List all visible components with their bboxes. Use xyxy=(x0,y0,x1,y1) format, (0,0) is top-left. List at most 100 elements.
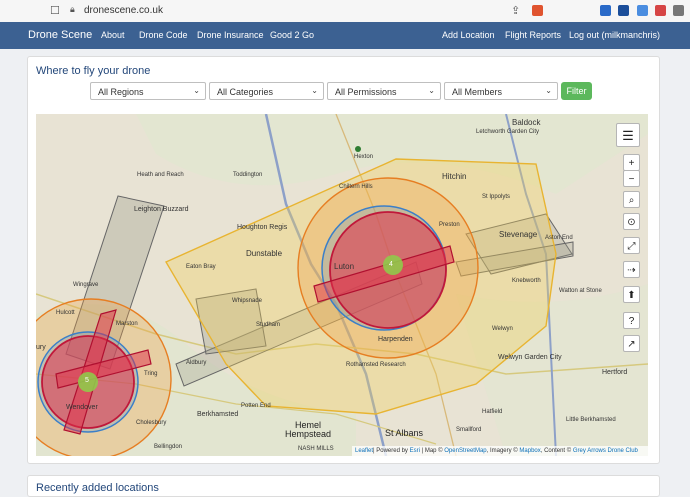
site-navbar: Drone Scene About Drone Code Drone Insur… xyxy=(0,22,690,49)
search-icon[interactable]: ⌕ xyxy=(623,191,640,208)
extension-icon[interactable] xyxy=(618,5,629,16)
place-label: Eaton Bray xyxy=(186,264,216,270)
leaflet-link[interactable]: Leaflet xyxy=(355,448,373,454)
place-label: St Albans xyxy=(385,428,424,438)
chevron-down-icon: ⌄ xyxy=(545,86,552,95)
brave-shield-icon[interactable] xyxy=(532,5,543,16)
place-label: Toddington xyxy=(233,172,263,178)
place-label: Little Berkhamsted xyxy=(566,417,616,423)
map-overlay xyxy=(36,114,648,456)
place-label: Hatfield xyxy=(482,409,503,415)
place-label: Preston xyxy=(439,222,460,228)
nav-drone-code[interactable]: Drone Code xyxy=(139,30,188,40)
browser-toolbar: ☐ 🔒︎ dronescene.co.uk ⇪ xyxy=(0,0,690,23)
nav-good2go[interactable]: Good 2 Go xyxy=(270,30,314,40)
share-map-icon[interactable]: ↗ xyxy=(623,335,640,352)
place-label: Letchworth Garden City xyxy=(476,129,540,135)
place-label: Baldock xyxy=(512,118,541,127)
members-select[interactable]: All Members ⌄ xyxy=(444,82,558,100)
help-icon[interactable]: ? xyxy=(623,312,640,329)
extension-icon[interactable] xyxy=(637,5,648,16)
chevron-down-icon: ⌄ xyxy=(311,86,318,95)
nav-logout[interactable]: Log out (milkmanchris) xyxy=(569,30,660,40)
attribution-text: | Powered by xyxy=(373,448,410,454)
osm-link[interactable]: OpenStreetMap xyxy=(444,448,486,454)
map-view[interactable]: Baldock Letchworth Garden City Hexton He… xyxy=(36,114,648,456)
place-label: Luton xyxy=(334,262,355,271)
place-label: Cholesbury xyxy=(136,420,167,426)
mapbox-link[interactable]: Mapbox xyxy=(519,448,540,454)
place-label: Bellingdon xyxy=(154,444,183,450)
layers-icon[interactable]: ☰ xyxy=(616,123,640,147)
nav-drone-insurance[interactable]: Drone Insurance xyxy=(197,30,264,40)
attribution-text: | Map © xyxy=(419,448,445,454)
place-label: Whipsnade xyxy=(232,298,263,304)
place-label: NASH MILLS xyxy=(298,446,334,452)
place-label: Hertford xyxy=(602,369,628,376)
zoom-out-button[interactable]: − xyxy=(623,170,640,187)
categories-select-value: All Categories xyxy=(217,87,274,97)
esri-link[interactable]: Esri xyxy=(410,448,420,454)
locate-pin-icon[interactable]: ⊙ xyxy=(623,213,640,230)
nav-flight-reports[interactable]: Flight Reports xyxy=(505,30,561,40)
place-label: Studham xyxy=(256,322,281,328)
place-label: Houghton Regis xyxy=(237,224,288,231)
upload-icon[interactable]: ⬆ xyxy=(623,286,640,303)
place-label: Harpenden xyxy=(378,336,413,343)
place-label: Rothamsted Research xyxy=(346,362,406,368)
extension-icon[interactable] xyxy=(655,5,666,16)
club-link[interactable]: Grey Arrows Drone Club xyxy=(573,448,638,454)
fullscreen-icon[interactable]: ⤢ xyxy=(623,237,640,254)
map-attribution: Leaflet| Powered by Esri | Map © OpenStr… xyxy=(352,446,651,456)
place-label: ury xyxy=(36,344,46,351)
address-bar[interactable]: dronescene.co.uk xyxy=(84,5,163,16)
place-label: Aldbury xyxy=(186,360,207,366)
place-label: Wingrave xyxy=(73,282,99,288)
place-label: Watton at Stone xyxy=(559,288,602,294)
attribution-text: , Imagery © xyxy=(486,448,520,454)
place-label: Smallford xyxy=(456,427,482,433)
extension-icon[interactable] xyxy=(600,5,611,16)
place-label: Hulcott xyxy=(56,310,75,316)
place-label: Welwyn xyxy=(492,326,513,332)
place-label: Chiltern Hills xyxy=(339,184,373,190)
cluster-count[interactable]: 5 xyxy=(85,377,89,384)
place-label: Wendover xyxy=(66,404,98,411)
site-brand[interactable]: Drone Scene xyxy=(28,29,92,41)
members-select-value: All Members xyxy=(452,87,503,97)
chevron-down-icon: ⌄ xyxy=(193,86,200,95)
filter-button[interactable]: Filter xyxy=(561,82,592,100)
place-label: Berkhamsted xyxy=(197,411,239,418)
recent-locations-card: Recently added locations xyxy=(27,475,660,497)
nav-add-location[interactable]: Add Location xyxy=(442,30,495,40)
bookmark-icon[interactable]: ☐ xyxy=(50,4,60,17)
chevron-down-icon: ⌄ xyxy=(428,86,435,95)
place-label: Heath and Reach xyxy=(137,172,184,178)
place-label: St Ippolyts xyxy=(482,194,511,200)
place-label: Welwyn Garden City xyxy=(498,354,562,361)
place-label: Tring xyxy=(144,371,158,377)
place-label: Stevenage xyxy=(499,230,538,239)
nav-about[interactable]: About xyxy=(101,30,125,40)
categories-select[interactable]: All Categories ⌄ xyxy=(209,82,324,100)
place-label: Marston xyxy=(116,321,138,327)
permissions-select[interactable]: All Permissions ⌄ xyxy=(327,82,441,100)
place-label: Hexton xyxy=(354,154,374,160)
place-label: Hitchin xyxy=(442,172,467,181)
place-label: Dunstable xyxy=(246,249,283,258)
place-label: Leighton Buzzard xyxy=(134,206,189,213)
zoom-in-button[interactable]: + xyxy=(623,154,640,171)
share-icon[interactable]: ⇪ xyxy=(511,4,520,17)
cluster-count[interactable]: 4 xyxy=(389,261,393,268)
recent-heading: Recently added locations xyxy=(36,482,159,494)
place-label: Aston End xyxy=(545,235,573,241)
place-label: Hemel Hempstead xyxy=(284,420,332,439)
place-label: Potten End xyxy=(241,403,271,409)
lock-icon: 🔒︎ xyxy=(70,5,75,15)
permissions-select-value: All Permissions xyxy=(335,87,397,97)
extension-icon[interactable] xyxy=(673,5,684,16)
measure-icon[interactable]: ⇢ xyxy=(623,261,640,278)
page-title: Where to fly your drone xyxy=(36,65,151,77)
regions-select[interactable]: All Regions ⌄ xyxy=(90,82,206,100)
regions-select-value: All Regions xyxy=(98,87,144,97)
